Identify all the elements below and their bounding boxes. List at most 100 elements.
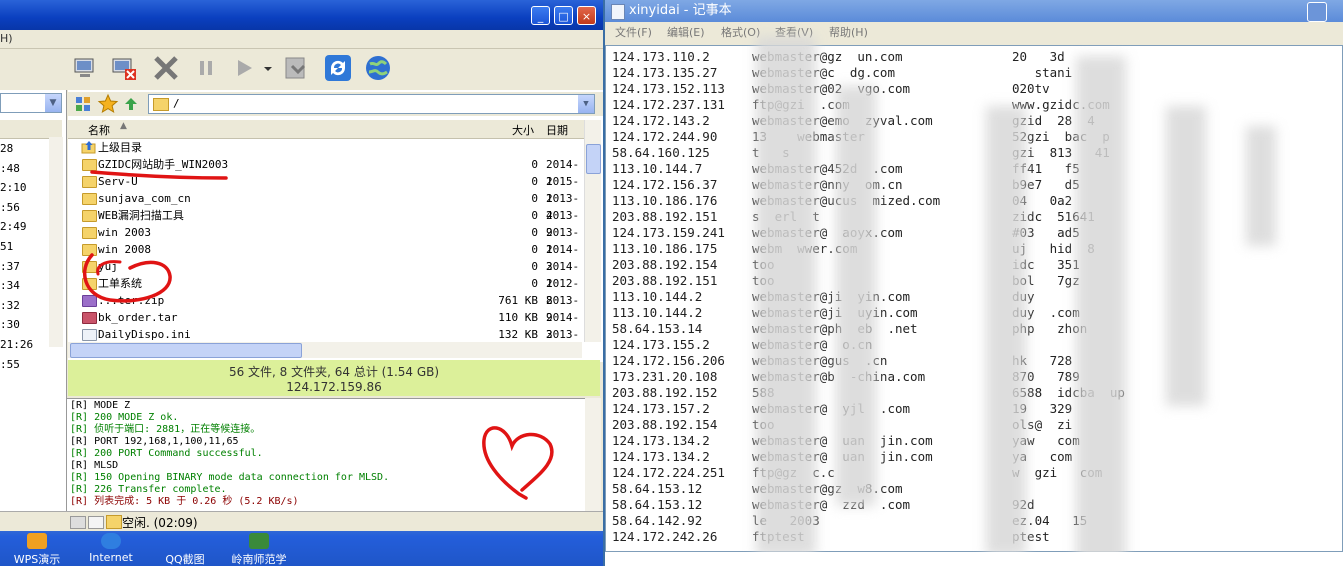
table-row[interactable]: GZIDC网站助手_WIN2003 0 2014-1: [78, 156, 584, 188]
minimize-button[interactable]: [1307, 2, 1327, 22]
scroll-thumb[interactable]: [70, 343, 302, 358]
play-dropdown-icon[interactable]: [262, 54, 274, 82]
text-line: 124.172.242.26ftptestptest: [612, 529, 1332, 545]
local-scrollbar[interactable]: [49, 137, 63, 347]
ip-text: 124.173.134.2: [612, 449, 710, 464]
table-row[interactable]: ...ter.zip 761 KB 2013-9: [78, 292, 584, 324]
column-date[interactable]: 日期: [546, 122, 568, 138]
chevron-down-icon[interactable]: ▼: [45, 94, 61, 112]
play-icon[interactable]: [230, 54, 258, 82]
log-icon: [88, 516, 104, 529]
sites-icon[interactable]: [74, 95, 92, 113]
table-row[interactable]: WEB漏洞扫描工具 0 2013-9: [78, 207, 584, 239]
file-name: Serv-U: [98, 175, 138, 188]
text-line: 124.172.156.206 webmaster@gus .cn hk 728: [612, 353, 1332, 369]
chevron-down-icon[interactable]: ▼: [578, 95, 594, 113]
ip-text: 124.172.224.251: [612, 465, 725, 480]
log-line: [R] PORT 192,168,1,100,11,65: [70, 436, 239, 447]
transfer-icon[interactable]: [282, 54, 310, 82]
file-size: 132 KB: [498, 328, 538, 341]
taskbar-item-wps[interactable]: WPS演示: [2, 533, 72, 566]
ip-text: 113.10.186.176: [612, 193, 718, 208]
list-item[interactable]: :55: [0, 355, 62, 375]
local-drive-combo[interactable]: ▼: [0, 93, 62, 113]
ip-text: 203.88.192.152: [612, 385, 718, 400]
refresh-icon[interactable]: [324, 54, 352, 82]
table-row[interactable]: yuj 0 2014-1: [78, 258, 584, 290]
folder-icon: [82, 193, 97, 205]
column-name[interactable]: 名称: [88, 122, 110, 138]
file-size: 761 KB: [498, 294, 538, 307]
file-size: 0: [531, 277, 538, 290]
disconnect-icon[interactable]: [110, 54, 138, 82]
file-name: win 2008: [98, 243, 151, 256]
menu-edit[interactable]: 编辑(E): [667, 23, 705, 43]
ip-text: 124.172.237.131: [612, 97, 725, 112]
text-line: 124.173.159.241 webmaster@ aoyx.com #03 ad…: [612, 225, 1332, 241]
file-icon: [82, 329, 97, 341]
ip-text: 124.173.152.113: [612, 81, 725, 96]
table-row[interactable]: win 2008 0 2014-3: [78, 241, 584, 273]
notepad-title-bar[interactable]: xinyidai - 记事本: [605, 0, 1343, 22]
file-size: 0: [531, 175, 538, 188]
taskbar-label: QQ截图: [165, 553, 205, 566]
ftp-toolbar: [66, 50, 603, 88]
taskbar-item-qq-screenshot[interactable]: QQ截图: [150, 533, 220, 566]
log-scrollbar[interactable]: [585, 398, 601, 511]
blur-redaction: [986, 106, 1026, 556]
parent-folder-icon[interactable]: [122, 95, 140, 113]
school-icon: [249, 533, 269, 549]
minimize-button[interactable]: _: [531, 6, 550, 25]
menu-format[interactable]: 格式(O): [721, 23, 760, 43]
remote-path: /: [173, 97, 180, 110]
notepad-window: xinyidai - 记事本 文件(F) 编辑(E) 格式(O) 查看(V) 帮…: [605, 0, 1343, 566]
table-row[interactable]: Serv-U 0 2015-1: [78, 173, 584, 205]
up-folder-icon: [81, 141, 96, 154]
taskbar-label: Internet: [89, 551, 133, 564]
taskbar-item-internet[interactable]: Internet: [76, 533, 146, 565]
taskbar-item-school[interactable]: 岭南师范学: [224, 533, 294, 566]
remote-vertical-scrollbar[interactable]: [584, 120, 601, 342]
notepad-text-area[interactable]: 124.173.110.2 webmaster@gz un.com 20 3d 124…: [605, 36, 1343, 566]
remote-horizontal-scrollbar[interactable]: [68, 342, 582, 358]
ip-text: 124.172.156.206: [612, 353, 725, 368]
table-row[interactable]: bk_order.tar 110 KB 2014-3: [78, 309, 584, 341]
favorite-star-icon[interactable]: [97, 93, 119, 114]
ip-text: 203.88.192.154: [612, 257, 718, 272]
text-line: 113.10.186.176webmaster@ucus mized.com04…: [612, 193, 1332, 209]
file-name: win 2003: [98, 226, 151, 239]
table-row[interactable]: 上级目录: [78, 139, 584, 156]
menu-help[interactable]: 帮助(H): [829, 23, 868, 43]
table-row[interactable]: 工单系统 0 2012-8: [78, 275, 584, 307]
log-line: [R] 226 Transfer complete.: [70, 484, 227, 495]
remote-path-input[interactable]: / ▼: [148, 94, 595, 114]
summary-text: 56 文件, 8 文件夹, 64 总计 (1.54 GB): [228, 365, 440, 379]
pause-icon[interactable]: [192, 54, 220, 82]
notepad-menu-bar: 文件(F) 编辑(E) 格式(O) 查看(V) 帮助(H): [605, 23, 1343, 43]
close-button[interactable]: ×: [577, 6, 596, 25]
ip-text: 113.10.186.175: [612, 241, 718, 256]
column-size[interactable]: 大小: [512, 122, 534, 138]
table-row[interactable]: win 2003 0 2013-1: [78, 224, 584, 256]
table-row[interactable]: sunjava_com_cn 0 2013-4: [78, 190, 584, 222]
help-menu[interactable]: H): [0, 32, 13, 45]
globe-icon[interactable]: [364, 54, 392, 82]
connect-icon[interactable]: [72, 54, 100, 82]
table-row[interactable]: DailyDispo.ini132 KB2013-1: [78, 326, 584, 358]
ip-text: 124.173.155.2: [612, 337, 710, 352]
menu-file[interactable]: 文件(F): [615, 23, 652, 43]
cancel-icon[interactable]: [152, 54, 180, 82]
ip-text: 203.88.192.151: [612, 273, 718, 288]
ftp-title-bar[interactable]: _ □ ×: [0, 0, 603, 30]
ip-text: 124.173.157.2: [612, 401, 710, 416]
taskbar: WPS演示 Internet QQ截图 岭南师范学: [0, 531, 603, 566]
log-output: [R] MODE Z [R] 200 MODE Z ok. [R] 侦听于端口:…: [70, 400, 570, 510]
log-line: [R] 150 Opening BINARY mode data connect…: [70, 472, 390, 483]
maximize-button[interactable]: □: [554, 6, 573, 25]
blur-redaction: [1246, 126, 1276, 246]
log-line: [R] 200 PORT Command successful.: [70, 448, 263, 459]
text-line: 124.173.110.2 webmaster@gz un.com 20 3d: [612, 49, 1332, 65]
file-size: 0: [531, 260, 538, 273]
scroll-thumb[interactable]: [586, 144, 601, 174]
taskbar-label: WPS演示: [13, 553, 61, 566]
